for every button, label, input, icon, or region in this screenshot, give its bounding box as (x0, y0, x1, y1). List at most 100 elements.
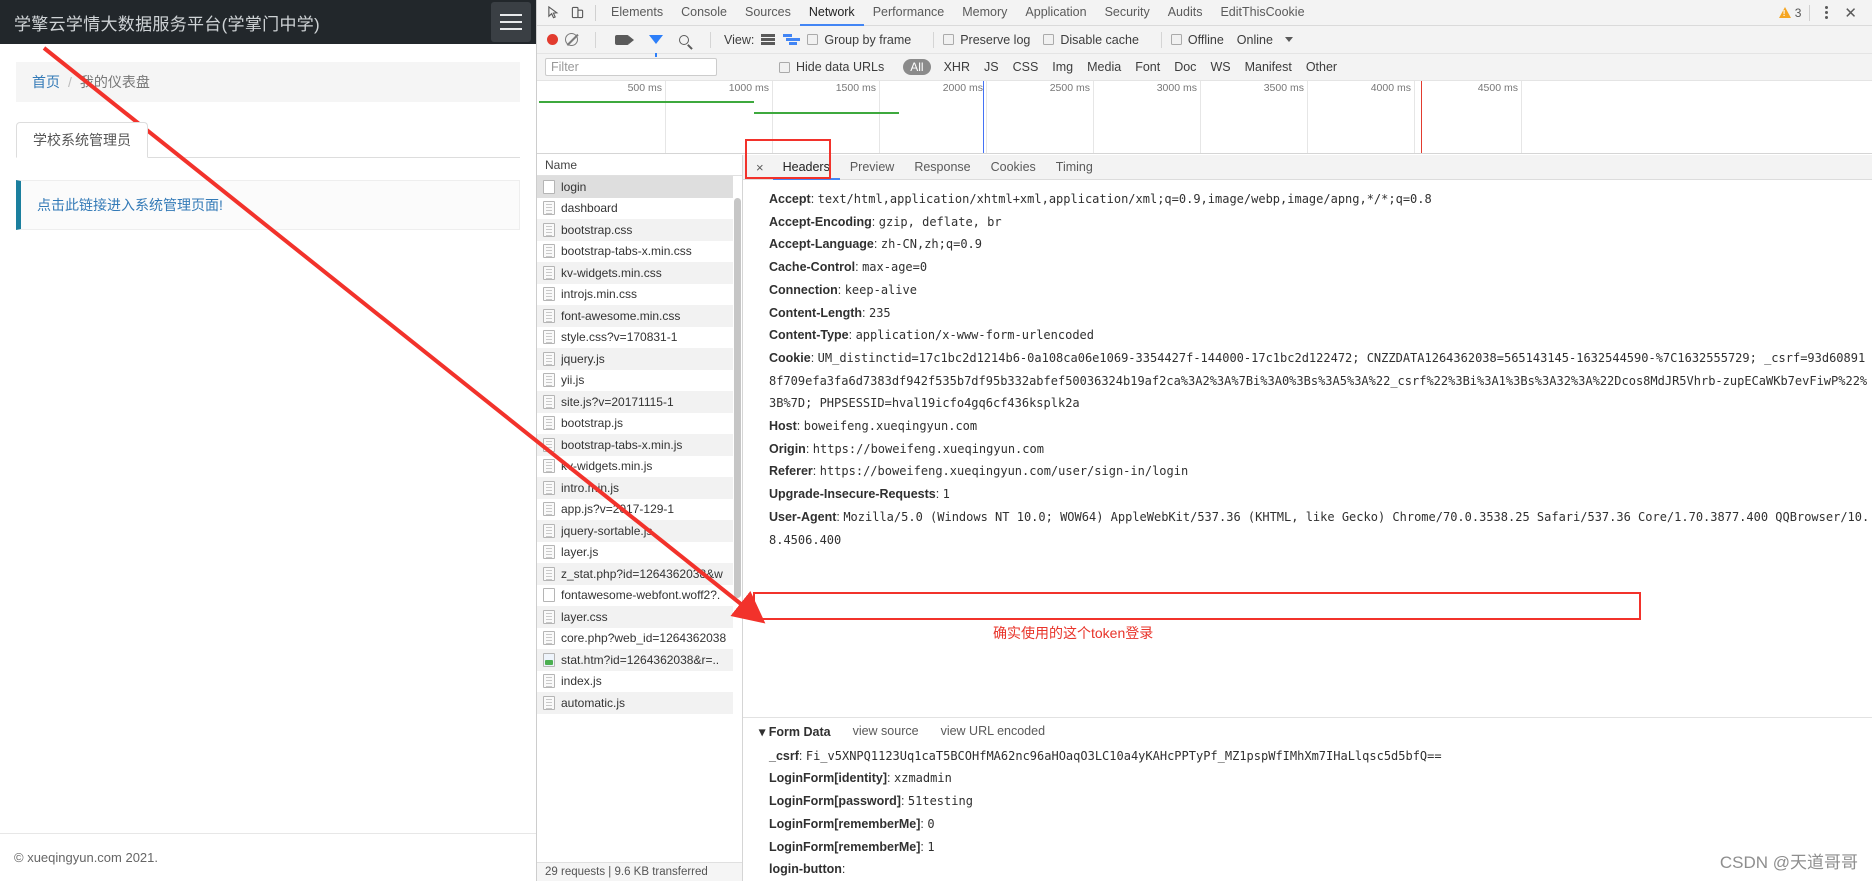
detail-tab-response[interactable]: Response (904, 155, 980, 180)
request-row[interactable]: dashboard (537, 198, 742, 220)
tab-memory[interactable]: Memory (953, 0, 1016, 26)
scrollbar-thumb[interactable] (734, 198, 741, 598)
type-filter-other[interactable]: Other (1306, 60, 1337, 74)
breadcrumb-home[interactable]: 首页 (32, 72, 60, 92)
funnel-icon[interactable] (649, 35, 663, 57)
request-row[interactable]: fontawesome-webfont.woff2?. (537, 585, 742, 607)
request-list[interactable]: login dashboard bootstrap.css bootstrap-tab… (537, 176, 742, 862)
request-row[interactable]: jquery.js (537, 348, 742, 370)
list-view-icon[interactable] (761, 34, 776, 45)
request-row[interactable]: app.js?v=2017-129-1 (537, 499, 742, 521)
request-row[interactable]: bootstrap.css (537, 219, 742, 241)
tab-sources[interactable]: Sources (736, 0, 800, 26)
view-url-encoded-link[interactable]: view URL encoded (941, 724, 1045, 738)
request-row[interactable]: kv-widgets.min.css (537, 262, 742, 284)
kebab-menu-icon[interactable] (1818, 6, 1835, 19)
tab-network[interactable]: Network (799, 0, 864, 26)
detail-close-icon[interactable]: × (747, 160, 773, 175)
request-row[interactable]: site.js?v=20171115-1 (537, 391, 742, 413)
request-row[interactable]: z_stat.php?id=1264362038&w (537, 563, 742, 585)
request-row[interactable]: bootstrap-tabs-x.min.css (537, 241, 742, 263)
request-row[interactable]: layer.css (537, 606, 742, 628)
header-colon: : (837, 282, 845, 297)
detail-tab-cookies[interactable]: Cookies (981, 155, 1046, 180)
throttling-select[interactable]: Online (1237, 33, 1293, 47)
menu-icon[interactable] (491, 2, 531, 42)
request-row[interactable]: style.css?v=170831-1 (537, 327, 742, 349)
header-value: gzip, deflate, br (878, 214, 1002, 229)
column-header-name[interactable]: Name (537, 155, 742, 176)
detail-tab-headers[interactable]: Headers (772, 155, 840, 180)
device-toolbar-icon[interactable] (565, 2, 589, 24)
request-row[interactable]: stat.htm?id=1264362038&r=.. (537, 649, 742, 671)
header-key: User-Agent (769, 509, 837, 524)
request-row[interactable]: index.js (537, 671, 742, 693)
close-icon[interactable]: ✕ (1837, 4, 1864, 22)
clear-icon[interactable] (565, 33, 578, 46)
type-filter-font[interactable]: Font (1135, 60, 1160, 74)
disable-cache-checkbox[interactable]: Disable cache (1043, 33, 1139, 47)
tab-editthiscookie[interactable]: EditThisCookie (1211, 0, 1313, 26)
tab-school-admin[interactable]: 学校系统管理员 (16, 122, 148, 158)
form-data-title[interactable]: ▾ Form Data (759, 724, 831, 739)
file-type-icon (543, 308, 555, 323)
search-icon[interactable] (679, 34, 689, 45)
file-type-icon (543, 652, 555, 667)
request-name: kv-widgets.min.css (561, 265, 662, 280)
hide-data-urls-checkbox[interactable]: Hide data URLs (779, 60, 884, 74)
detail-tab-preview[interactable]: Preview (840, 155, 904, 180)
form-data-rows[interactable]: _csrf: Fi_v5XNPQ1123Uq1caT5BCOHfMA62nc96… (743, 745, 1872, 881)
detail-tabbar: × Headers Preview Response Cookies Timin… (743, 155, 1872, 180)
type-filter-js[interactable]: JS (984, 60, 999, 74)
request-row[interactable]: core.php?web_id=1264362038 (537, 628, 742, 650)
type-filter-all[interactable]: All (903, 59, 931, 75)
tab-security[interactable]: Security (1096, 0, 1159, 26)
request-name: yii.js (561, 373, 585, 388)
tab-application[interactable]: Application (1016, 0, 1095, 26)
request-row[interactable]: layer.js (537, 542, 742, 564)
request-row[interactable]: bootstrap.js (537, 413, 742, 435)
header-row: Connection: keep-alive (769, 279, 1872, 302)
request-row[interactable]: font-awesome.min.css (537, 305, 742, 327)
type-filter-ws[interactable]: WS (1210, 60, 1230, 74)
view-source-link[interactable]: view source (853, 724, 919, 738)
request-row[interactable]: login (537, 176, 742, 198)
system-admin-link[interactable]: 点击此链接进入系统管理页面! (37, 197, 223, 213)
request-row[interactable]: intro.min.js (537, 477, 742, 499)
request-headers-list[interactable]: Accept: text/html,application/xhtml+xml,… (743, 180, 1872, 717)
type-filter-xhr[interactable]: XHR (944, 60, 970, 74)
request-row[interactable]: automatic.js (537, 692, 742, 714)
camera-icon[interactable] (615, 34, 634, 45)
detail-tab-timing[interactable]: Timing (1046, 155, 1103, 180)
filter-input[interactable]: Filter (545, 58, 717, 76)
type-filter-manifest[interactable]: Manifest (1245, 60, 1292, 74)
request-name: fontawesome-webfont.woff2?. (561, 588, 721, 603)
request-row[interactable]: yii.js (537, 370, 742, 392)
request-row[interactable]: kv-widgets.min.js (537, 456, 742, 478)
tab-performance[interactable]: Performance (864, 0, 954, 26)
request-row[interactable]: introjs.min.css (537, 284, 742, 306)
tab-console[interactable]: Console (672, 0, 736, 26)
tab-elements[interactable]: Elements (602, 0, 672, 26)
network-overview-timeline[interactable]: 500 ms 1000 ms 1500 ms 2000 ms 2500 ms 3… (537, 81, 1872, 154)
type-filter-css[interactable]: CSS (1013, 60, 1039, 74)
overview-dclmarker (983, 81, 984, 153)
preserve-log-checkbox[interactable]: Preserve log (943, 33, 1030, 47)
preserve-log-label: Preserve log (960, 32, 1031, 47)
group-by-frame-checkbox[interactable]: Group by frame (807, 33, 911, 47)
inspect-icon[interactable] (541, 2, 565, 24)
request-row[interactable]: bootstrap-tabs-x.min.js (537, 434, 742, 456)
file-type-icon (543, 695, 555, 710)
type-filter-doc[interactable]: Doc (1174, 60, 1196, 74)
waterfall-view-icon[interactable] (783, 34, 801, 45)
record-icon[interactable] (547, 34, 558, 45)
warning-badge[interactable]: 3 (1778, 6, 1801, 20)
request-name: layer.js (561, 545, 599, 560)
type-filter-media[interactable]: Media (1087, 60, 1121, 74)
request-row[interactable]: jquery-sortable.js (537, 520, 742, 542)
type-filter-img[interactable]: Img (1052, 60, 1073, 74)
tab-audits[interactable]: Audits (1159, 0, 1212, 26)
request-name: bootstrap.js (561, 416, 624, 431)
request-list-scrollbar[interactable] (733, 176, 742, 862)
offline-checkbox[interactable]: Offline (1170, 33, 1224, 47)
